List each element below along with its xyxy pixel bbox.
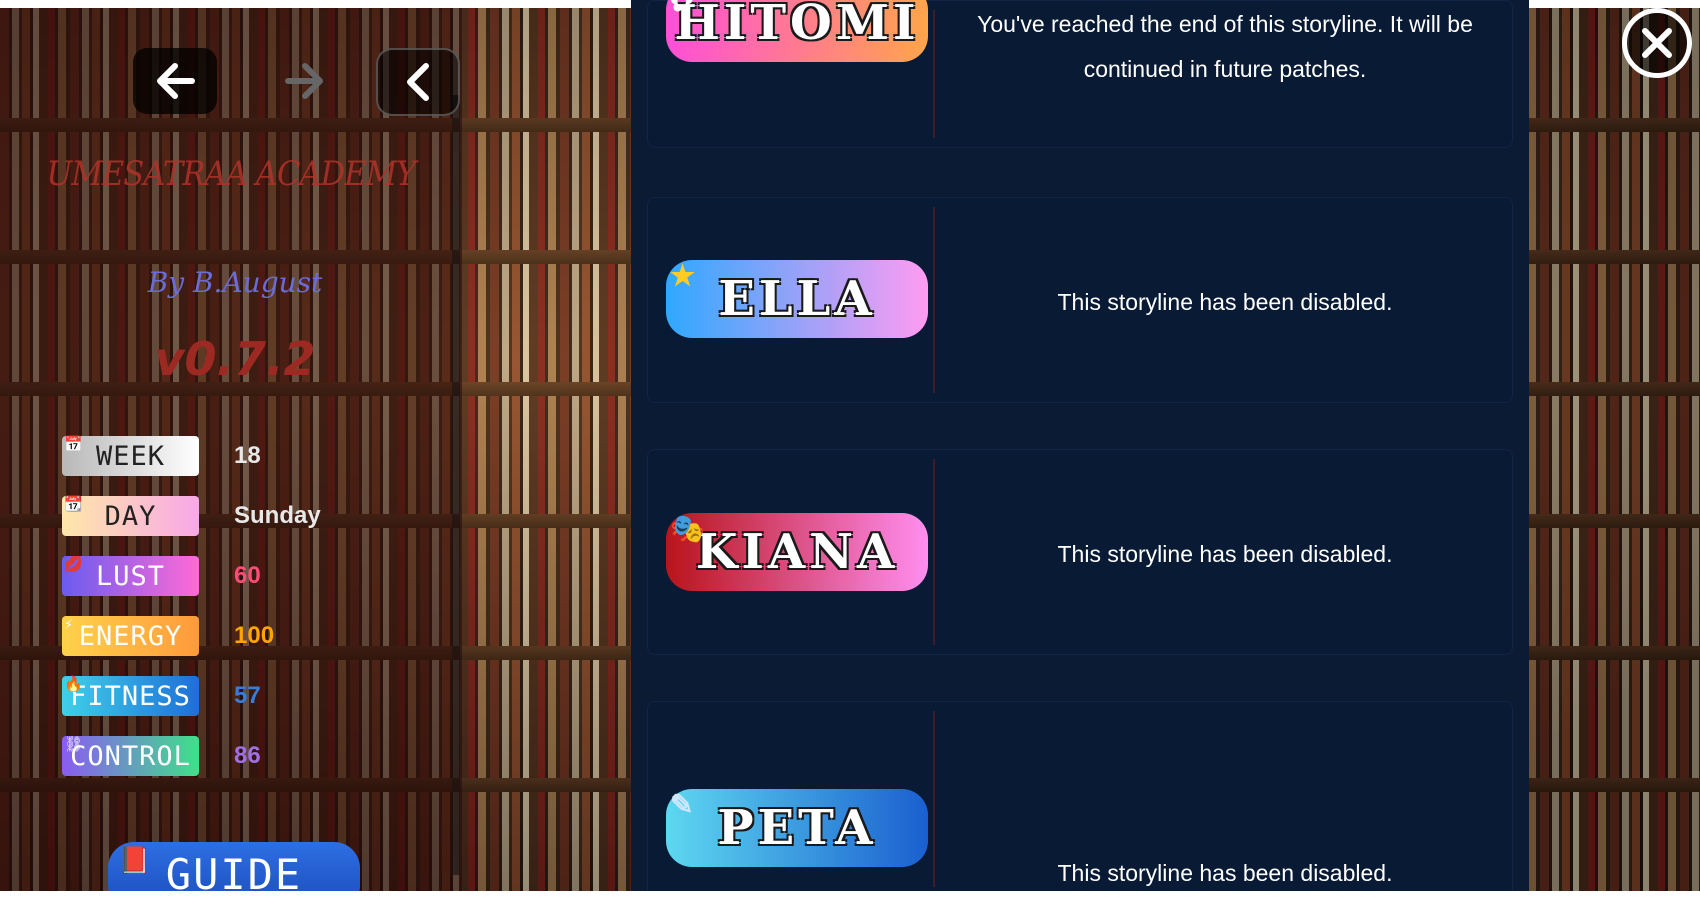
stat-value-energy: 100 [234,622,275,649]
arrow-left-icon [157,63,195,99]
flower-icon: ✿ [670,0,698,18]
lightning-icon: ⚡ [64,615,75,633]
card-divider [933,10,935,138]
close-button[interactable] [1622,8,1692,78]
stat-value-control: 86 [234,742,261,769]
card-divider [933,711,935,887]
flame-icon: 🔥 [64,675,84,693]
close-icon [1642,28,1672,58]
stat-value-week: 18 [234,442,261,469]
theater-masks-icon: 🎭 [670,512,709,545]
stat-label-text: CONTROL [70,740,191,772]
game-title: UMESATRAA ACADEMY [46,154,417,194]
arrow-right-icon [285,63,323,99]
story-name: HITOMI [674,0,920,51]
stat-row-lust: 💋 LUST 60 [62,556,402,596]
chain-icon: ⛓ [64,735,85,753]
story-message-ella: This storyline has been disabled. [1057,289,1393,315]
forward-button[interactable] [270,48,340,114]
stat-value-lust: 60 [234,562,261,589]
stat-row-fitness: 🔥 FITNESS 57 [62,676,402,716]
card-divider [933,459,935,645]
card-divider [933,207,935,393]
story-badge-hitomi[interactable]: ✿ HITOMI [666,0,928,62]
story-name: KIANA [695,524,899,580]
stat-label-text: LUST [95,560,166,592]
star-icon: ★ [670,259,700,292]
stat-label-lust: 💋 LUST [62,556,199,596]
guide-button-label: GUIDE [165,850,303,897]
stat-label-control: ⛓ CONTROL [62,736,199,776]
story-name: ELLA [718,271,876,327]
lips-icon: 💋 [64,555,84,573]
stat-row-week: 📅 WEEK 18 [62,436,402,476]
calendar-icon: 📅 [64,435,84,453]
chevron-left-icon [407,63,429,101]
stat-label-text: ENERGY [78,620,183,652]
story-name: PETA [717,800,877,856]
story-card-ella: ★ ELLA This storyline has been disabled. [647,197,1513,403]
story-card-peta: ✎ PETA This storyline has been disabled. [647,701,1513,897]
stat-row-energy: ⚡ ENERGY 100 [62,616,402,656]
story-card-kiana: 🎭 KIANA This storyline has been disabled… [647,449,1513,655]
stat-label-text: FITNESS [70,680,191,712]
stat-label-day: 📆 DAY [62,496,199,536]
stat-label-fitness: 🔥 FITNESS [62,676,199,716]
story-badge-kiana[interactable]: 🎭 KIANA [666,513,928,591]
stat-label-text: WEEK [95,440,166,472]
stat-value-fitness: 57 [234,682,261,709]
sidebar-scrollbar[interactable] [452,95,460,875]
story-badge-peta[interactable]: ✎ PETA [666,789,928,867]
book-icon: 📕 [118,846,153,876]
stat-label-text: DAY [104,500,157,532]
story-message-hitomi: You've reached the end of this storyline… [977,11,1473,82]
calendar-page-icon: 📆 [64,495,84,513]
pen-icon: ✎ [670,788,698,821]
story-message-kiana: This storyline has been disabled. [1057,541,1393,567]
story-badge-ella[interactable]: ★ ELLA [666,260,928,338]
guide-button[interactable]: 📕 GUIDE [108,842,360,897]
back-button[interactable] [133,48,217,114]
game-author: By B.August [147,266,323,299]
story-card-hitomi: ✿ HITOMI You've reached the end of this … [647,0,1513,148]
bottom-border [0,891,1700,897]
stat-row-control: ⛓ CONTROL 86 [62,736,402,776]
stat-label-energy: ⚡ ENERGY [62,616,199,656]
stat-value-day: Sunday [234,502,321,529]
stat-label-week: 📅 WEEK [62,436,199,476]
stat-row-day: 📆 DAY Sunday [62,496,402,536]
collapse-sidebar-button[interactable] [376,48,460,116]
game-version: v0.7.2 [154,332,316,386]
story-message-peta: This storyline has been disabled. [1057,860,1393,886]
